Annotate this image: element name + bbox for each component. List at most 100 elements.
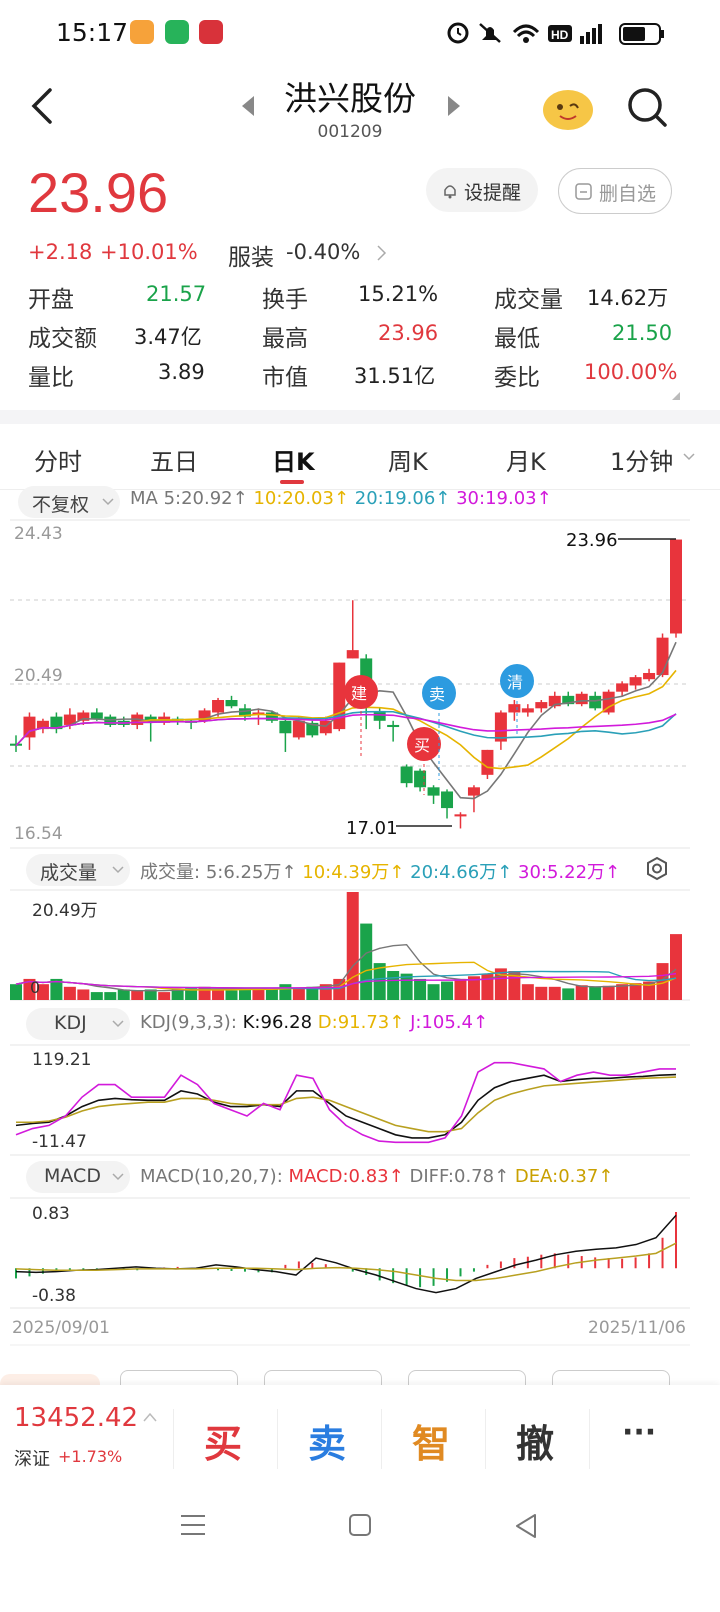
mascot-icon[interactable] — [540, 82, 596, 132]
menu-icon[interactable] — [180, 1513, 206, 1537]
tool-button-2[interactable] — [264, 1370, 382, 1385]
next-stock-icon[interactable] — [444, 94, 464, 118]
vol10-value: 10:4.39万 — [302, 862, 390, 883]
macd-bottom-label: -0.38 — [32, 1286, 76, 1306]
vol30-value: 30:5.22万 — [518, 862, 606, 883]
volume-bar — [63, 986, 76, 1000]
candle-body — [90, 712, 103, 719]
volume-bars — [10, 892, 682, 1000]
status-bar: 15:17 HD — [0, 0, 720, 64]
y-axis-mid: 20.49 — [14, 666, 63, 686]
macd-indicator-select[interactable]: MACD — [26, 1161, 130, 1193]
vol5-value: 5:6.25万 — [205, 862, 282, 883]
macd-diff-line — [15, 1214, 677, 1294]
tab-daily-k[interactable]: 日K — [272, 442, 315, 477]
candle-body — [212, 700, 225, 713]
set-alert-button[interactable]: 设提醒 — [426, 168, 538, 212]
open-label: 开盘 — [28, 287, 74, 313]
index-name: 深证 — [14, 1449, 50, 1470]
max-price-label: 23.96 — [566, 530, 618, 551]
expand-corner-icon[interactable] — [670, 390, 682, 402]
volume-bar — [521, 984, 534, 1000]
settings-hex-icon[interactable] — [647, 856, 667, 881]
quote-panel: 23.96 设提醒 删自选 +2.18 +10.01% 服装 -0.40% 开盘… — [0, 161, 720, 414]
sell-button[interactable]: 卖 — [308, 1413, 346, 1468]
tool-button-3[interactable] — [408, 1370, 526, 1385]
index-value[interactable]: 13452.42 — [14, 1403, 138, 1433]
kdj-bottom-label: -11.47 — [32, 1132, 87, 1152]
volume-bar — [441, 981, 454, 1000]
open-value: 21.57 — [146, 282, 207, 306]
smart-trade-button[interactable]: 智 — [412, 1413, 450, 1468]
order-ratio-label: 委比 — [494, 365, 540, 391]
divider — [485, 1409, 486, 1469]
kdj-d-value: D:91.73 — [317, 1012, 390, 1033]
buy-button[interactable]: 买 — [204, 1413, 242, 1468]
volume-bar — [265, 989, 278, 1000]
chart-canvas — [10, 519, 690, 1346]
home-icon[interactable] — [348, 1513, 372, 1537]
remove-favorite-button[interactable]: 删自选 — [558, 168, 672, 214]
tab-one-minute[interactable]: 1分钟 — [610, 442, 673, 477]
minus-box-icon — [575, 183, 592, 200]
back-icon[interactable] — [28, 86, 56, 126]
volume-bar — [670, 934, 682, 1000]
divider — [173, 1409, 174, 1469]
system-nav-bar — [0, 1495, 720, 1612]
volume-ratio-value: 3.89 — [158, 360, 205, 384]
macd-title: MACD(10,20,7): — [140, 1166, 283, 1187]
low-label: 最低 — [494, 326, 540, 352]
amount-value: 3.47亿 — [134, 325, 202, 349]
remove-favorite-label: 删自选 — [599, 183, 657, 205]
macd-select-label: MACD — [44, 1165, 101, 1187]
volume-bar — [10, 984, 22, 1000]
back-nav-icon[interactable] — [514, 1513, 538, 1539]
volume-indicator-select[interactable]: 成交量 — [26, 854, 130, 886]
kdj-indicator-select[interactable]: KDJ — [26, 1008, 130, 1040]
sector-name[interactable]: 服装 — [228, 238, 274, 272]
volume-zero-label: 0 — [30, 978, 41, 997]
prev-stock-icon[interactable] — [238, 94, 258, 118]
volume-bar — [387, 971, 400, 1000]
macd-dea-line — [15, 1242, 677, 1282]
volume-bar — [238, 989, 251, 1000]
volume-label: 成交量 — [494, 287, 563, 313]
tab-five-day[interactable]: 五日 — [150, 442, 198, 477]
candle-body — [23, 716, 36, 738]
period-tabs: 分时 五日 日K 周K 月K 1分钟 — [0, 424, 720, 490]
bank-app-icon — [199, 20, 223, 44]
volume-bar — [602, 985, 615, 1000]
tool-button-1[interactable] — [120, 1370, 238, 1385]
volume-bar — [117, 989, 130, 1000]
candle-body — [575, 693, 588, 705]
price-change-pct: +10.01% — [100, 240, 198, 264]
search-icon[interactable] — [626, 86, 668, 128]
volume-title: 成交量: — [140, 862, 201, 883]
candle-body — [508, 704, 521, 713]
macd-value: MACD:0.83 — [288, 1166, 389, 1187]
cancel-order-button[interactable]: 撤 — [516, 1413, 554, 1468]
tab-weekly-k[interactable]: 周K — [388, 442, 428, 477]
volume-bar — [427, 984, 440, 1000]
chevron-down-icon[interactable] — [682, 452, 696, 462]
kdj-j-line — [15, 1061, 676, 1144]
tab-monthly-k[interactable]: 月K — [506, 442, 546, 477]
more-button[interactable]: ··· — [622, 1415, 656, 1450]
min-price-label: 17.01 — [346, 818, 398, 839]
tool-button-4[interactable] — [552, 1370, 670, 1385]
chevron-up-icon[interactable] — [142, 1411, 158, 1423]
price-change: +2.18 — [28, 240, 93, 264]
market-cap-value: 31.51亿 — [354, 364, 436, 388]
svg-text:HD: HD — [551, 28, 569, 42]
promo-tab[interactable] — [0, 1374, 100, 1385]
tab-intraday[interactable]: 分时 — [34, 442, 82, 477]
volume-bar — [414, 978, 427, 1000]
candle-body — [400, 766, 413, 784]
sector-change[interactable]: -0.40% — [286, 240, 360, 264]
volume-bar — [104, 992, 117, 1000]
volume-bar — [562, 988, 575, 1000]
volume-select-label: 成交量 — [40, 862, 98, 884]
volume-value: 14.62万 — [587, 286, 669, 310]
volume-bar — [589, 986, 602, 1000]
k-line-chart[interactable]: 不复权 MA 5:20.92↑ 10:20.03↑ 20:19.06↑ 30:1… — [0, 486, 720, 1385]
